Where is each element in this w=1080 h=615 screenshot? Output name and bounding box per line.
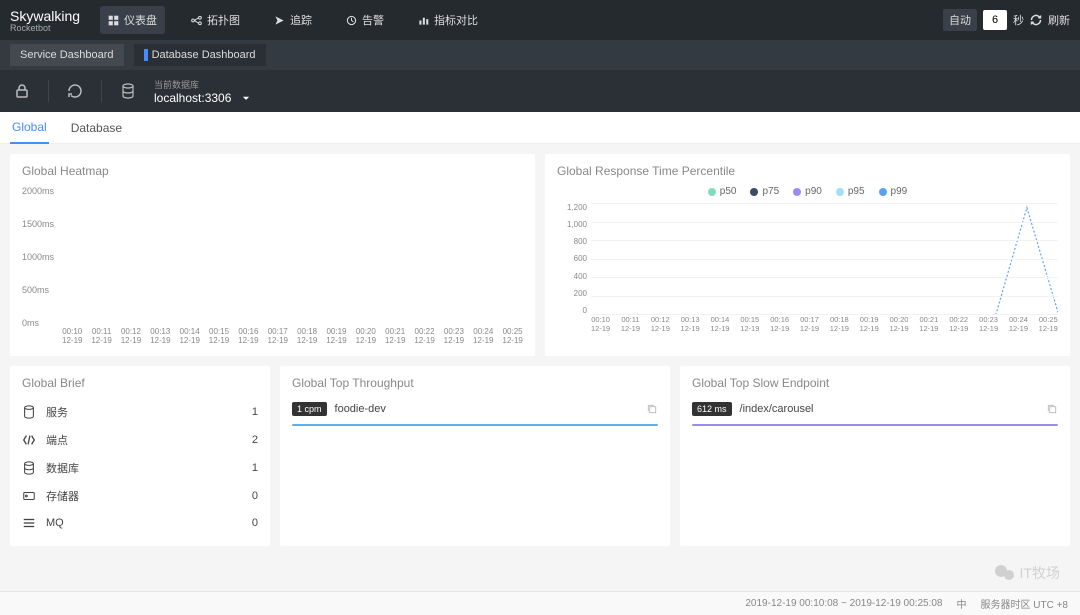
topbar: Skywalking Rocketbot 仪表盘 拓扑图 追踪 告警 指标对比 … [0, 0, 1080, 40]
toolbar: 自动 秒 刷新 [943, 9, 1070, 31]
tab-label: Database Dashboard [152, 49, 256, 61]
nav-alarm[interactable]: 告警 [338, 6, 392, 34]
underline [292, 424, 658, 426]
separator [48, 80, 49, 102]
db-value: localhost:3306 [154, 91, 231, 105]
timezone: 服务器时区 UTC +8 [980, 596, 1068, 611]
nav-dashboard[interactable]: 仪表盘 [100, 6, 165, 34]
logo-main: Skywalking [10, 8, 80, 24]
subnav: Service Dashboard Database Dashboard [0, 40, 1080, 70]
card-title: Global Top Throughput [292, 376, 658, 390]
main-nav: 仪表盘 拓扑图 追踪 告警 指标对比 [100, 6, 486, 34]
underline [692, 424, 1058, 426]
nav-label: 拓扑图 [207, 12, 240, 28]
legend-dot [836, 188, 844, 196]
database-bar: 当前数据库 localhost:3306 [0, 70, 1080, 112]
card-title: Global Heatmap [22, 164, 523, 178]
chart-y-axis: 1,200 1,000 800 600 400 200 0 [557, 203, 587, 315]
grid [591, 203, 1058, 315]
tab-global[interactable]: Global [10, 112, 49, 144]
chart-x-axis: 00:1012-1900:1112-1900:1212-1900:1312-19… [591, 315, 1058, 333]
line-chart: 1,200 1,000 800 600 400 200 0 00:1012-19… [557, 203, 1058, 333]
nav-label: 告警 [362, 12, 384, 28]
legend-item[interactable]: p99 [879, 186, 908, 197]
seconds-input[interactable] [983, 10, 1007, 30]
legend-item[interactable]: p90 [793, 186, 822, 197]
brief-row: 存储器0 [22, 482, 258, 510]
slow-endpoint-card: Global Top Slow Endpoint 612 ms /index/c… [680, 366, 1070, 546]
compare-icon [418, 15, 429, 26]
legend-item[interactable]: p50 [708, 186, 737, 197]
card-title: Global Brief [22, 376, 258, 390]
brief-row: MQ0 [22, 510, 258, 536]
copy-icon[interactable] [646, 403, 658, 415]
badge: 1 cpm [292, 402, 327, 416]
throughput-card: Global Top Throughput 1 cpm foodie-dev [280, 366, 670, 546]
nav-compare[interactable]: 指标对比 [410, 6, 486, 34]
dashboard-icon [108, 15, 119, 26]
nav-label: 追踪 [290, 12, 312, 28]
wechat-icon [992, 561, 1016, 585]
heatmap-x-axis: 00:1012-1900:1112-1900:1212-1900:1312-19… [62, 327, 523, 346]
lang-toggle[interactable]: 中 [956, 596, 966, 611]
active-indicator [144, 49, 148, 61]
legend-item[interactable]: p75 [750, 186, 779, 197]
reload-icon[interactable] [67, 83, 83, 99]
badge: 612 ms [692, 402, 732, 416]
refresh-icon[interactable] [1030, 14, 1042, 26]
logo-sub: Rocketbot [10, 24, 80, 33]
nav-topology[interactable]: 拓扑图 [183, 6, 248, 34]
watermark: IT牧场 [992, 561, 1060, 585]
tab-label: Service Dashboard [20, 49, 114, 61]
throughput-entry[interactable]: 1 cpm foodie-dev [292, 398, 658, 420]
tab-database[interactable]: Database [69, 113, 124, 143]
entry-value: /index/carousel [740, 403, 1038, 415]
legend-dot [879, 188, 887, 196]
percentile-card: Global Response Time Percentile p50 p75 p9… [545, 154, 1070, 356]
heatmap-card: Global Heatmap 2000ms 1500ms 1000ms 500m… [10, 154, 535, 356]
card-title: Global Top Slow Endpoint [692, 376, 1058, 390]
copy-icon[interactable] [1046, 403, 1058, 415]
sec-label: 秒 [1013, 12, 1024, 28]
legend-dot [708, 188, 716, 196]
card-title: Global Response Time Percentile [557, 164, 1058, 178]
database-selector[interactable]: 当前数据库 localhost:3306 [154, 78, 251, 105]
legend-dot [750, 188, 758, 196]
brief-row: 端点2 [22, 426, 258, 454]
legend-item[interactable]: p95 [836, 186, 865, 197]
heatmap-y-axis: 2000ms 1500ms 1000ms 500ms 0ms [22, 186, 54, 328]
refresh-label[interactable]: 刷新 [1048, 12, 1070, 28]
brief-row: 服务1 [22, 398, 258, 426]
nav-label: 仪表盘 [124, 12, 157, 28]
tab-database-dashboard[interactable]: Database Dashboard [134, 44, 266, 66]
alarm-icon [346, 15, 357, 26]
topology-icon [191, 15, 202, 26]
footer: 2019-12-19 00:10:08 ~ 2019-12-19 00:25:0… [0, 591, 1080, 615]
content-tabs: Global Database [0, 112, 1080, 144]
entry-value: foodie-dev [335, 403, 638, 415]
chevron-down-icon [241, 93, 251, 103]
time-range[interactable]: 2019-12-19 00:10:08 ~ 2019-12-19 00:25:0… [745, 598, 942, 609]
db-label: 当前数据库 [154, 78, 251, 91]
tab-service-dashboard[interactable]: Service Dashboard [10, 44, 124, 66]
nav-label: 指标对比 [434, 12, 478, 28]
brief-card: Global Brief 服务1端点2数据库1存储器0MQ0 [10, 366, 270, 546]
logo: Skywalking Rocketbot [10, 8, 80, 33]
brief-row: 数据库1 [22, 454, 258, 482]
nav-trace[interactable]: 追踪 [266, 6, 320, 34]
heatmap-chart: 2000ms 1500ms 1000ms 500ms 0ms 00:1012-1… [22, 186, 523, 346]
slow-entry[interactable]: 612 ms /index/carousel [692, 398, 1058, 420]
trace-icon [274, 15, 285, 26]
chart-legend: p50 p75 p90 p95 p99 [557, 186, 1058, 197]
database-icon [120, 83, 136, 99]
separator [101, 80, 102, 102]
lock-icon[interactable] [14, 83, 30, 99]
legend-dot [793, 188, 801, 196]
auto-label[interactable]: 自动 [943, 9, 977, 31]
